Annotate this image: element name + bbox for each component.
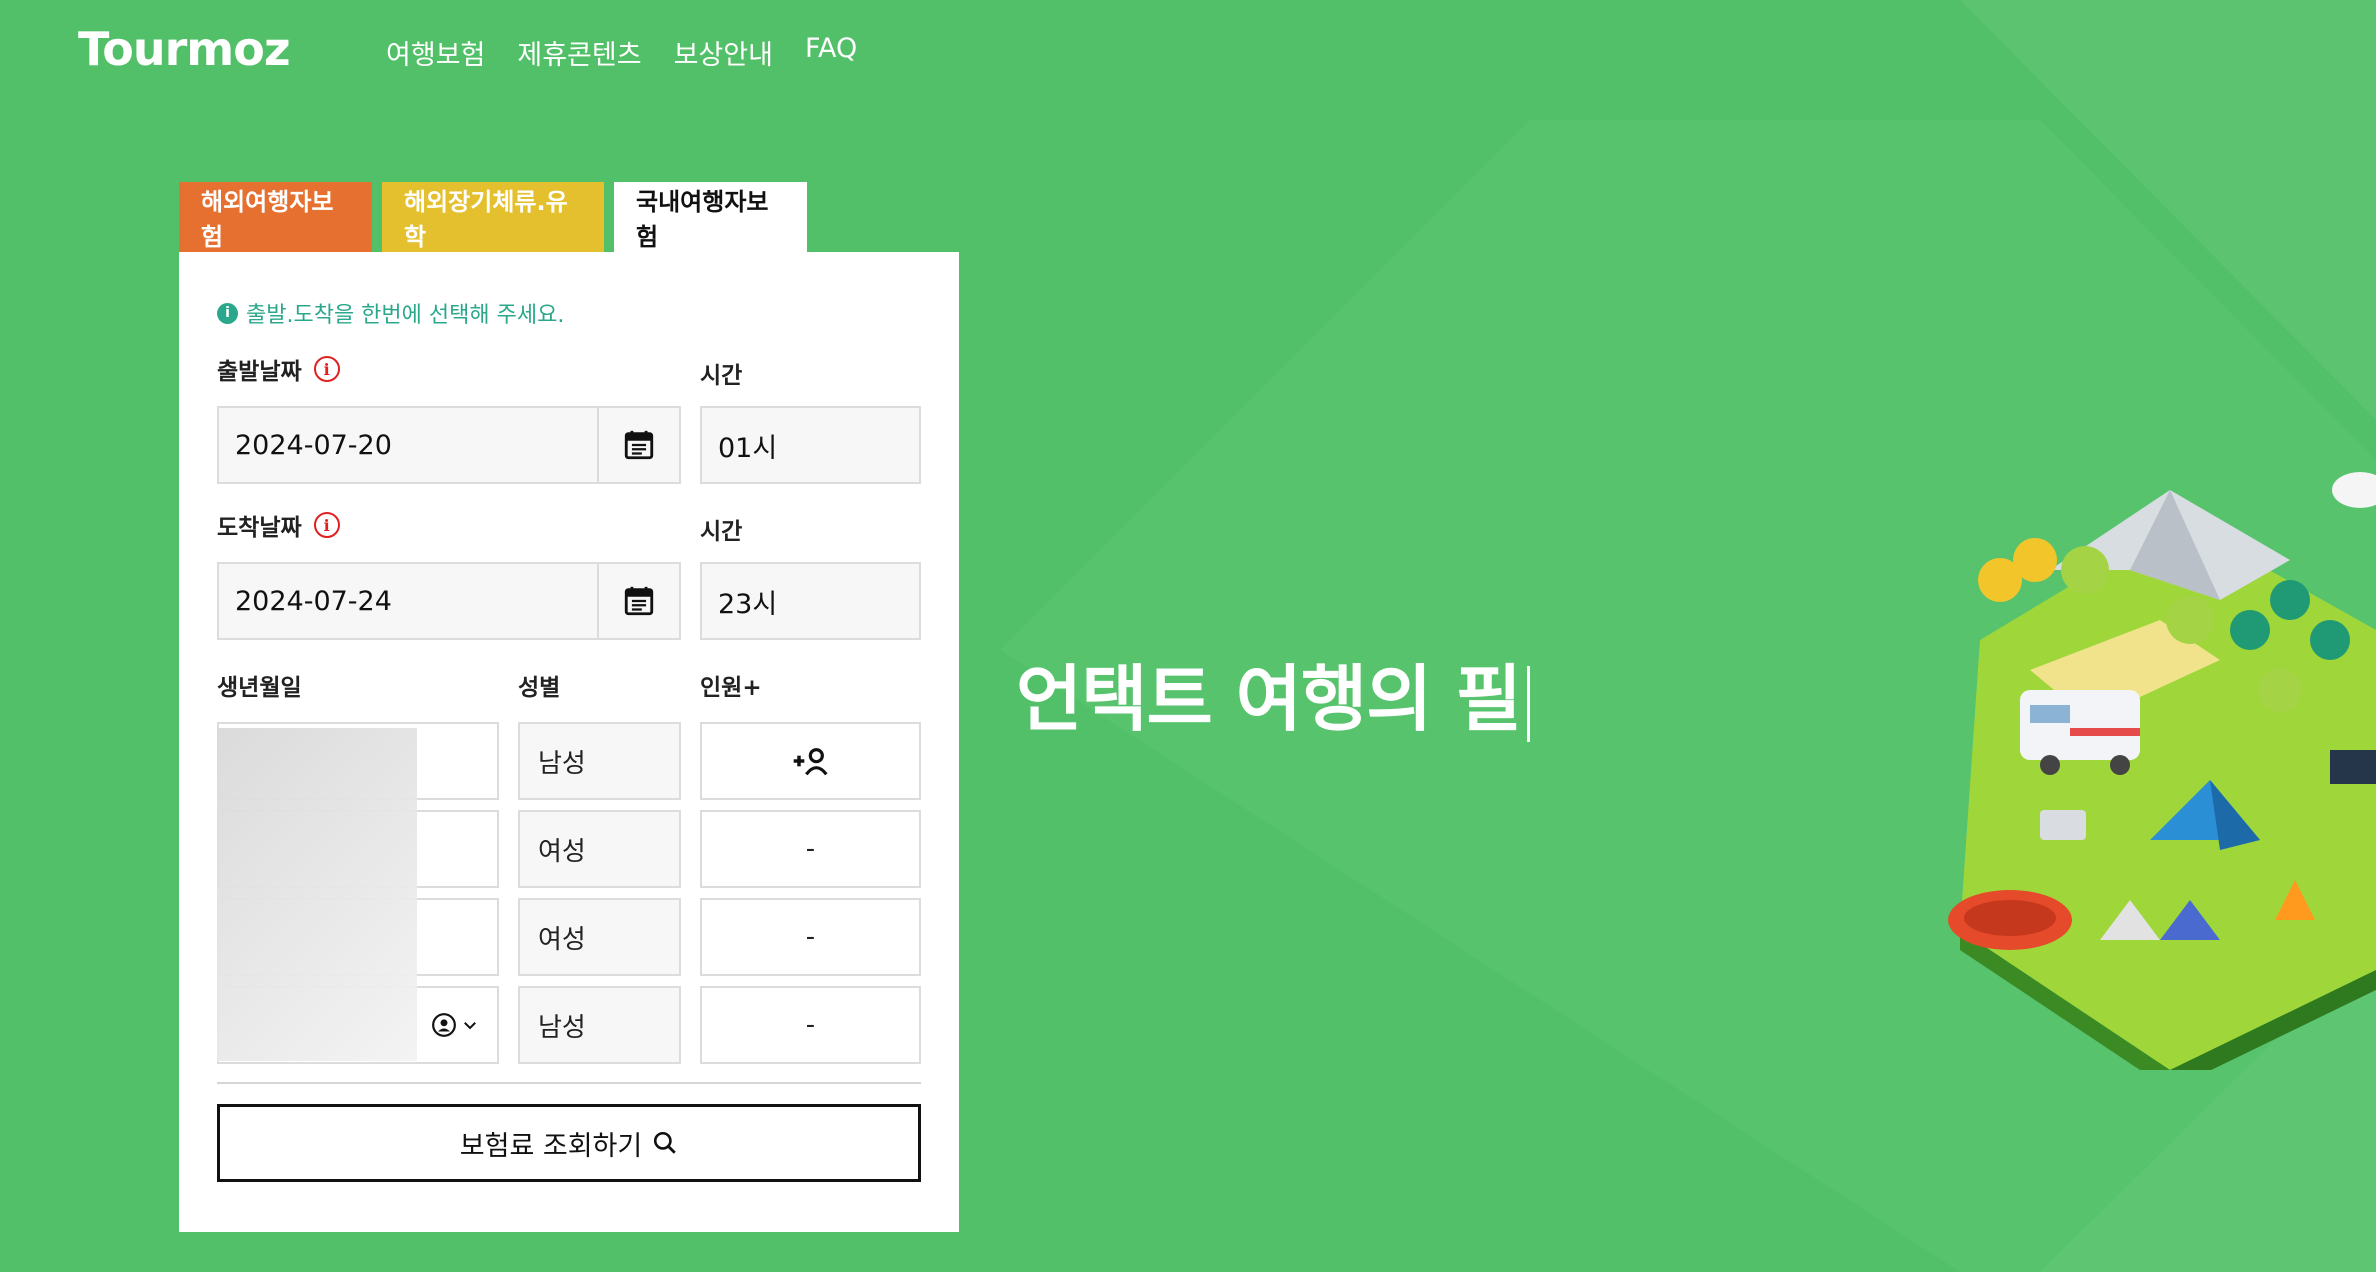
departure-time-input[interactable]: 01시	[700, 406, 921, 484]
warning-info-icon[interactable]: i	[313, 512, 340, 538]
main-nav: 여행보험 제휴콘텐츠 보상안내 FAQ	[386, 33, 857, 72]
gender-label: 성별	[518, 675, 561, 701]
search-icon	[654, 1131, 676, 1154]
add-traveler-button[interactable]	[700, 722, 921, 800]
search-premium-label: 보험료 조회하기	[459, 1130, 643, 1162]
gender-select-2[interactable]: 여성	[518, 810, 681, 888]
departure-label-text: 출발날짜	[217, 359, 302, 385]
nav-faq[interactable]: FAQ	[805, 33, 857, 72]
quote-form: i 출발.도착을 한번에 선택해 주세요. 출발날짜 i 시간 2024-07-…	[179, 252, 959, 1232]
birth-selector[interactable]	[431, 1012, 479, 1038]
calendar-icon	[624, 586, 654, 616]
gender-select-4[interactable]: 남성	[518, 986, 681, 1064]
form-notice: i 출발.도착을 한번에 선택해 주세요.	[217, 297, 564, 329]
departure-calendar-button[interactable]	[597, 406, 681, 484]
arrival-time-label: 시간	[700, 519, 743, 545]
info-icon: i	[217, 302, 238, 324]
tab-domestic[interactable]: 국내여행자보험	[614, 182, 807, 252]
arrival-calendar-button[interactable]	[597, 562, 681, 640]
form-divider	[217, 1082, 921, 1084]
hero-headline-text: 언택트 여행의 필	[1016, 657, 1522, 741]
user-circle-icon	[432, 1013, 456, 1037]
nav-partner-content[interactable]: 제휴콘텐츠	[517, 33, 641, 72]
nav-travel-insurance[interactable]: 여행보험	[386, 33, 485, 72]
add-user-icon	[793, 748, 828, 776]
tab-long-stay[interactable]: 해외장기체류.유학	[382, 182, 604, 252]
arrival-label: 도착날짜 i	[217, 508, 340, 542]
search-premium-button[interactable]: 보험료 조회하기	[217, 1104, 921, 1182]
departure-label: 출발날짜 i	[217, 352, 340, 386]
typing-caret	[1526, 666, 1530, 743]
count-label: 인원+	[700, 675, 762, 701]
arrival-time-input[interactable]: 23시	[700, 562, 921, 640]
notice-text: 출발.도착을 한번에 선택해 주세요.	[246, 303, 565, 328]
departure-date-input[interactable]: 2024-07-20	[217, 406, 599, 484]
masked-birth-dates	[217, 728, 417, 1061]
gender-select-3[interactable]: 여성	[518, 898, 681, 976]
camping-illustration	[1948, 472, 2376, 1070]
gender-select-1[interactable]: 남성	[518, 722, 681, 800]
birth-label: 생년월일	[217, 675, 302, 701]
nav-compensation[interactable]: 보상안내	[674, 33, 773, 72]
tab-overseas[interactable]: 해외여행자보험	[179, 182, 372, 252]
arrival-label-text: 도착날짜	[217, 515, 302, 541]
chevron-down-icon	[464, 1022, 476, 1030]
calendar-icon	[624, 430, 654, 460]
departure-time-label: 시간	[700, 363, 743, 389]
logo[interactable]: Tourmoz	[78, 22, 291, 76]
arrival-date-input[interactable]: 2024-07-24	[217, 562, 599, 640]
insurance-tabs: 해외여행자보험 해외장기체류.유학 국내여행자보험	[179, 182, 817, 252]
warning-info-icon[interactable]: i	[313, 356, 340, 382]
remove-traveler-button-2[interactable]: -	[700, 810, 921, 888]
remove-traveler-button-3[interactable]: -	[700, 898, 921, 976]
remove-traveler-button-4[interactable]: -	[700, 986, 921, 1064]
hero-headline: 언택트 여행의 필	[1016, 640, 1530, 745]
